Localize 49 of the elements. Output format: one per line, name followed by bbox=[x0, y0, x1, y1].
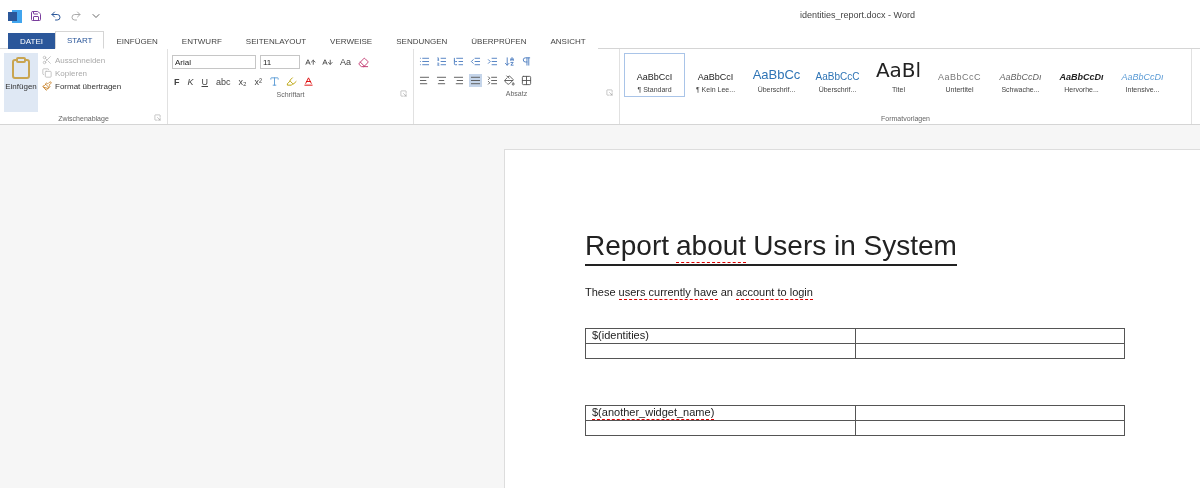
format-button[interactable]: x₂ bbox=[236, 76, 249, 87]
clear-format-button[interactable] bbox=[357, 55, 370, 69]
shading-button[interactable] bbox=[503, 74, 516, 87]
decrease-indent-button[interactable] bbox=[469, 55, 482, 68]
table-cell: $(identities) bbox=[585, 328, 855, 344]
text-effects-button[interactable] bbox=[268, 75, 282, 88]
format-button[interactable]: abc bbox=[214, 76, 233, 87]
clipboard-button[interactable]: Format übertragen bbox=[42, 81, 122, 91]
scissors-icon bbox=[42, 55, 52, 65]
format-button[interactable]: K bbox=[185, 76, 196, 87]
paste-button[interactable]: Einfügen bbox=[4, 53, 38, 112]
window-title: identities_report.docx - Word bbox=[800, 10, 915, 20]
dialog-launcher-icon bbox=[400, 90, 407, 97]
change-case-button[interactable]: Aa bbox=[338, 57, 353, 67]
save-icon bbox=[30, 10, 42, 22]
borders-button[interactable] bbox=[520, 74, 533, 87]
ribbon-tab[interactable]: START bbox=[54, 31, 105, 49]
show-marks-button[interactable] bbox=[520, 55, 533, 68]
save-button[interactable] bbox=[30, 10, 42, 22]
undo-icon bbox=[50, 10, 62, 22]
increase-indent-button[interactable] bbox=[486, 55, 499, 68]
align-button[interactable] bbox=[469, 74, 482, 87]
numbering-button[interactable] bbox=[435, 55, 448, 68]
redo-button[interactable] bbox=[70, 10, 82, 22]
redo-icon bbox=[70, 10, 82, 22]
multilevel-list-button[interactable] bbox=[452, 55, 465, 68]
format-button[interactable]: U bbox=[199, 76, 210, 87]
font-color-button[interactable] bbox=[302, 75, 316, 88]
format-button[interactable]: F bbox=[172, 76, 182, 87]
bullets-button[interactable] bbox=[418, 55, 431, 68]
app-logo-icon bbox=[8, 9, 22, 23]
font-size-field[interactable]: 11 bbox=[260, 55, 300, 69]
clipboard-icon bbox=[9, 56, 33, 80]
document-title: Report about Users in System bbox=[585, 230, 957, 267]
paintbrush-icon bbox=[42, 81, 52, 91]
table-cell: $(another_widget_name) bbox=[585, 405, 855, 421]
dialog-launcher-icon bbox=[154, 114, 161, 121]
align-button[interactable] bbox=[435, 74, 448, 87]
sort-button[interactable] bbox=[503, 55, 516, 68]
undo-button[interactable] bbox=[50, 10, 62, 22]
line-spacing-button[interactable] bbox=[486, 74, 499, 87]
align-button[interactable] bbox=[452, 74, 465, 87]
font-name-field[interactable]: Arial bbox=[172, 55, 256, 69]
copy-icon bbox=[42, 68, 52, 78]
align-button[interactable] bbox=[418, 74, 431, 87]
document-paragraph: These users currently have an account to login bbox=[585, 286, 814, 300]
dialog-launcher-icon bbox=[606, 89, 613, 96]
ribbon-tab[interactable]: DATEI bbox=[8, 33, 55, 49]
format-button[interactable]: x² bbox=[252, 76, 265, 87]
